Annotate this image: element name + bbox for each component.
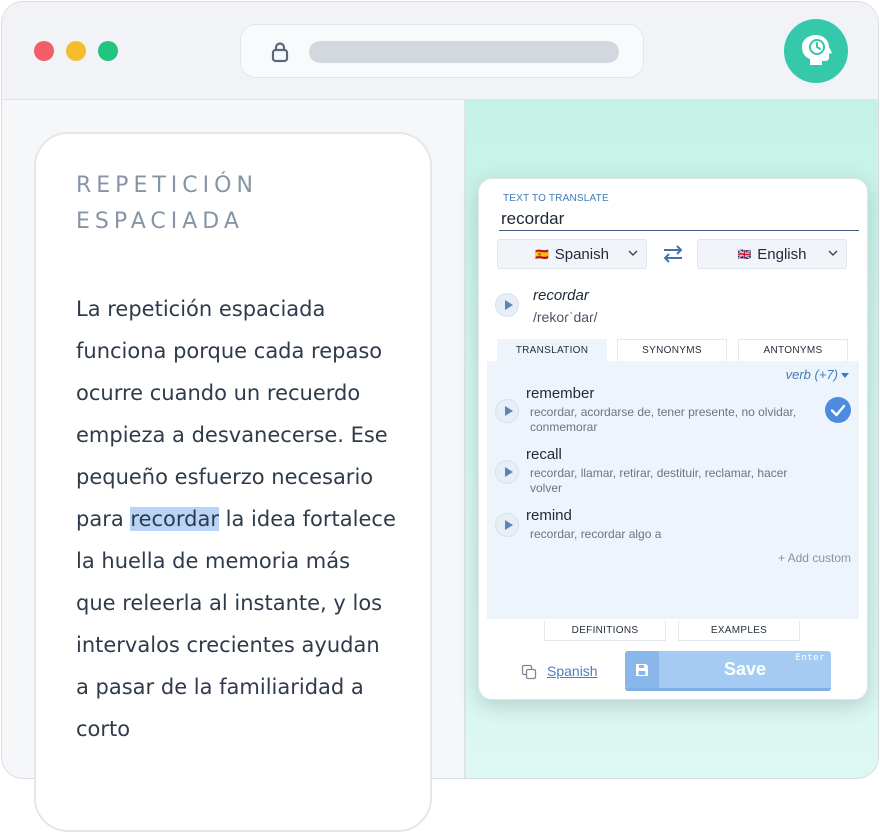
text-to-translate-input[interactable] (499, 207, 859, 231)
phonetic-transcription: /rekoɾˈdaɾ/ (533, 309, 598, 325)
uk-flag-icon: 🇬🇧 (737, 248, 752, 261)
translation-synonyms: recordar, recordar algo a (530, 527, 662, 541)
copy-icon[interactable] (521, 664, 537, 680)
text-to-translate-label: TEXT TO TRANSLATE (503, 193, 609, 204)
source-language-select[interactable]: 🇪🇸 Spanish (497, 239, 647, 269)
tab-definitions[interactable]: DEFINITIONS (544, 621, 666, 641)
translation-word: remember (526, 385, 595, 402)
play-translation-button[interactable] (495, 399, 519, 423)
dropdown-triangle-icon (841, 373, 849, 379)
chevron-down-icon (628, 250, 638, 256)
deck-language-link[interactable]: Spanish (547, 663, 598, 679)
spain-flag-icon: 🇪🇸 (535, 248, 549, 261)
article-card: REPETICIÓN ESPACIADA La repetición espac… (34, 132, 432, 832)
browser-toolbar (2, 2, 878, 100)
part-of-speech-filter[interactable]: verb (+7) (786, 367, 849, 382)
close-window-button[interactable] (34, 41, 54, 61)
floppy-disk-icon (625, 651, 659, 688)
headword: recordar (533, 287, 589, 304)
tab-antonyms[interactable]: ANTONYMS (738, 339, 848, 361)
translation-synonyms: recordar, llamar, retirar, destituir, re… (530, 466, 788, 495)
check-circle-icon[interactable] (825, 397, 851, 423)
card-title: REPETICIÓN ESPACIADA (76, 173, 258, 234)
translation-synonyms: recordar, acordarse de, tener presente, … (530, 405, 797, 434)
lock-icon (271, 42, 289, 63)
target-language-label: English (757, 245, 807, 263)
tab-translation[interactable]: TRANSLATION (497, 339, 607, 361)
tab-synonyms[interactable]: SYNONYMS (617, 339, 727, 361)
save-shortcut-hint: Enter (795, 653, 825, 663)
translator-popup: TEXT TO TRANSLATE 🇪🇸 Spanish 🇬🇧 English … (478, 178, 868, 700)
tab-examples[interactable]: EXAMPLES (678, 621, 800, 641)
url-placeholder-bar (309, 41, 619, 63)
play-translation-button[interactable] (495, 513, 519, 537)
source-language-label: Spanish (554, 245, 609, 263)
play-translation-button[interactable] (495, 460, 519, 484)
target-language-select[interactable]: 🇬🇧 English (697, 239, 847, 269)
brain-clock-icon (802, 35, 832, 65)
minimize-window-button[interactable] (66, 41, 86, 61)
card-body-text: La repetición espaciada funciona porque … (76, 297, 388, 531)
card-body-text-rest: la idea fortalece la huella de memoria m… (76, 507, 396, 741)
translation-word: remind (526, 507, 572, 524)
translation-results: verb (+7) remember recordar, acordarse d… (487, 361, 859, 619)
address-bar[interactable] (240, 24, 644, 78)
translation-word: recall (526, 446, 562, 463)
add-custom-link[interactable]: + Add custom (778, 551, 851, 565)
card-body: La repetición espaciada funciona porque … (76, 288, 396, 750)
save-button[interactable]: Save Enter (625, 651, 831, 691)
swap-languages-icon[interactable] (661, 245, 685, 263)
extension-button[interactable] (784, 19, 848, 83)
maximize-window-button[interactable] (98, 41, 118, 61)
play-pronunciation-button[interactable] (495, 293, 519, 317)
selected-word[interactable]: recordar (130, 507, 219, 531)
chevron-down-icon (828, 250, 838, 256)
